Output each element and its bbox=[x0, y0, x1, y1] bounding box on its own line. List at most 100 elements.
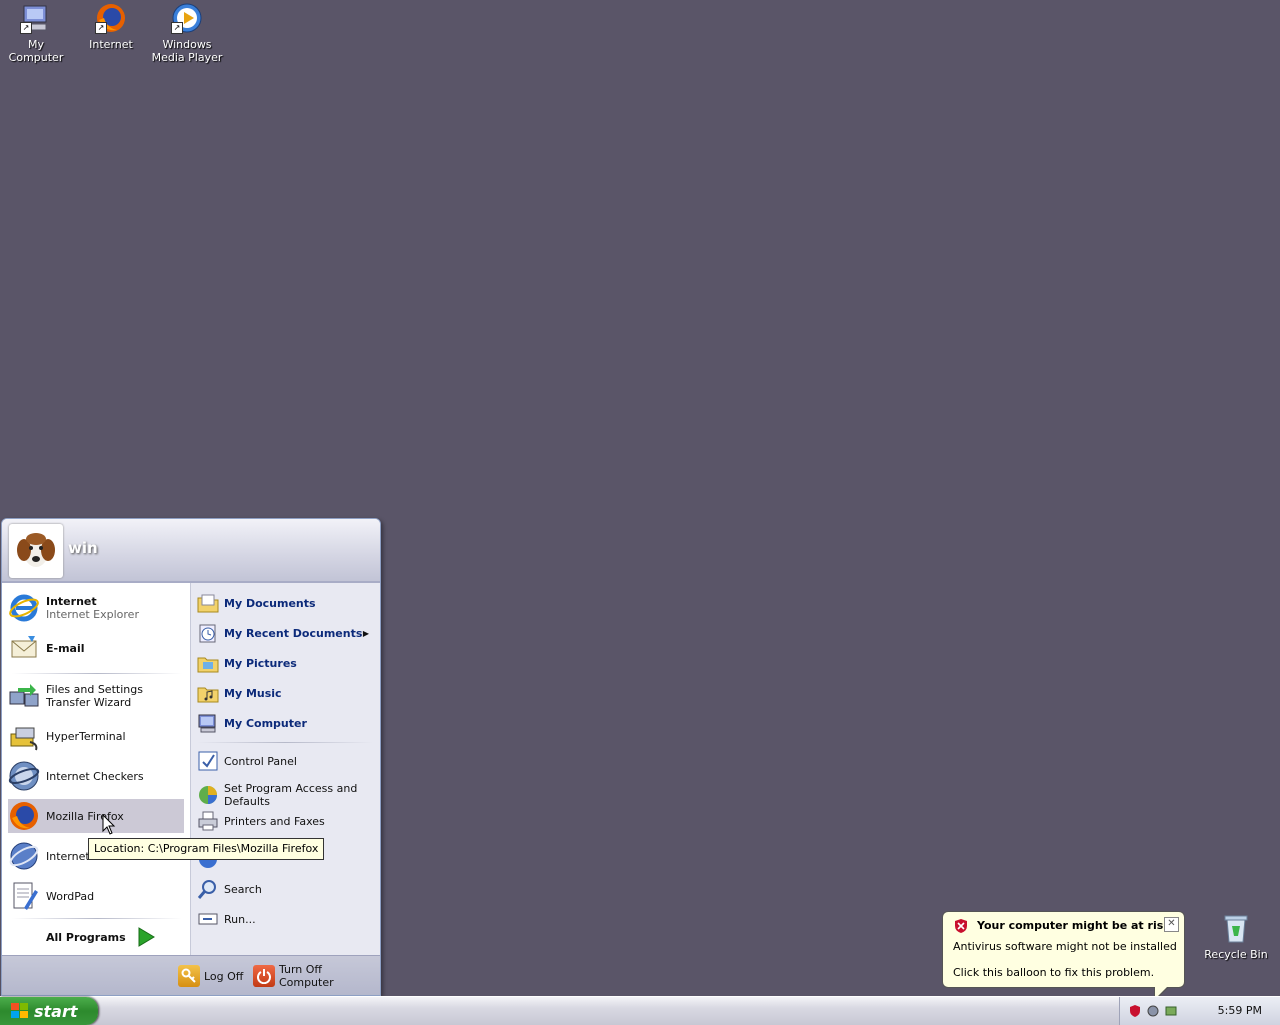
menu-item-label: Control Panel bbox=[224, 754, 297, 768]
menu-item-label: My Recent Documents bbox=[224, 626, 363, 640]
balloon-line2: Click this balloon to fix this problem. bbox=[953, 966, 1155, 979]
turn-off-label: Turn Off Computer bbox=[278, 963, 334, 989]
windows-logo-icon bbox=[11, 1003, 28, 1018]
menu-item-files-settings-wizard[interactable]: Files and Settings Transfer Wizard bbox=[8, 679, 184, 713]
my-computer-icon bbox=[197, 712, 219, 734]
menu-item-label: My Pictures bbox=[224, 656, 297, 670]
balloon-close-button[interactable]: ✕ bbox=[1164, 917, 1179, 932]
mouse-cursor-icon bbox=[102, 814, 116, 835]
username: win bbox=[68, 539, 98, 557]
desktop-icon-label: Windows Media Player bbox=[151, 38, 223, 64]
menu-item-label: HyperTerminal bbox=[46, 729, 126, 743]
start-menu: win Internet Internet Explorer E-mail Fil… bbox=[1, 518, 381, 996]
start-label: start bbox=[34, 1001, 78, 1021]
control-panel-icon bbox=[197, 750, 219, 772]
places-panel: My Documents My Recent Documents ▶ My Pi… bbox=[190, 583, 380, 955]
internet-checkers-icon bbox=[8, 760, 40, 792]
menu-item-my-computer[interactable]: My Computer bbox=[197, 710, 375, 736]
folder-music-icon bbox=[197, 682, 219, 704]
network-icon[interactable] bbox=[1146, 1004, 1160, 1018]
run-icon bbox=[197, 908, 219, 930]
menu-item-subtitle: Internet Explorer bbox=[46, 608, 139, 621]
menu-item-my-documents[interactable]: My Documents bbox=[197, 590, 375, 616]
separator bbox=[197, 742, 373, 743]
wordpad-icon bbox=[8, 880, 40, 912]
menu-item-internet-explorer[interactable]: Internet Internet Explorer bbox=[8, 591, 184, 625]
turn-off-computer-button[interactable]: Turn Off Computer bbox=[253, 963, 380, 989]
menu-item-search[interactable]: Search bbox=[197, 876, 375, 902]
program-access-icon bbox=[197, 784, 219, 806]
menu-item-printers-faxes[interactable]: Printers and Faxes bbox=[197, 808, 375, 834]
folder-documents-icon bbox=[197, 592, 219, 614]
hyperterminal-icon bbox=[8, 720, 40, 752]
menu-item-label: Search bbox=[224, 882, 262, 896]
desktop-icon-recycle-bin[interactable]: Recycle Bin bbox=[1200, 910, 1272, 961]
system-tray: 5:59 PM bbox=[1119, 997, 1280, 1025]
menu-item-set-program-access[interactable]: Set Program Access and Defaults bbox=[197, 780, 375, 810]
internet-globe-icon bbox=[8, 840, 40, 872]
email-icon bbox=[8, 632, 40, 664]
printer-icon bbox=[197, 810, 219, 832]
separator bbox=[12, 918, 182, 919]
menu-item-mozilla-firefox[interactable]: Mozilla Firefox bbox=[8, 799, 184, 833]
menu-item-my-pictures[interactable]: My Pictures bbox=[197, 650, 375, 676]
log-off-button[interactable]: Log Off bbox=[178, 964, 243, 988]
security-alert-icon[interactable] bbox=[1128, 1004, 1142, 1018]
all-programs-button[interactable]: All Programs bbox=[46, 925, 156, 949]
start-button[interactable]: start bbox=[0, 997, 98, 1025]
desktop-icon-label: Internet bbox=[89, 38, 133, 51]
balloon-title: Your computer might be at risk bbox=[977, 919, 1171, 932]
menu-item-label: My Documents bbox=[224, 596, 316, 610]
menu-item-email[interactable]: E-mail bbox=[8, 631, 184, 665]
menu-item-hyperterminal[interactable]: HyperTerminal bbox=[8, 719, 184, 753]
update-icon[interactable] bbox=[1164, 1004, 1178, 1018]
firefox-icon: ↗ bbox=[95, 2, 127, 34]
menu-item-run[interactable]: Run... bbox=[197, 906, 375, 932]
menu-item-label: Internet bbox=[46, 849, 90, 863]
menu-item-label: My Music bbox=[224, 686, 282, 700]
menu-item-control-panel[interactable]: Control Panel bbox=[197, 748, 375, 774]
my-computer-icon: ↗ bbox=[20, 2, 52, 34]
clock[interactable]: 5:59 PM bbox=[1218, 1004, 1262, 1017]
menu-item-label: My Computer bbox=[224, 716, 307, 730]
desktop-icon-windows-media-player[interactable]: ↗ Windows Media Player bbox=[150, 0, 224, 64]
balloon-line1: Antivirus software might not be installe… bbox=[953, 940, 1177, 953]
recent-documents-icon bbox=[197, 622, 219, 644]
log-off-label: Log Off bbox=[204, 969, 244, 983]
menu-item-internet-checkers[interactable]: Internet Checkers bbox=[8, 759, 184, 793]
separator bbox=[12, 673, 182, 674]
power-icon bbox=[253, 965, 275, 987]
desktop-icon-label: Recycle Bin bbox=[1204, 948, 1268, 961]
media-player-icon: ↗ bbox=[171, 2, 203, 34]
menu-item-label: Printers and Faxes bbox=[224, 814, 325, 828]
desktop-icon-internet[interactable]: ↗ Internet bbox=[75, 0, 147, 51]
desktop-icon-my-computer[interactable]: ↗ My Computer bbox=[0, 0, 72, 64]
menu-item-wordpad[interactable]: WordPad bbox=[8, 879, 184, 913]
internet-explorer-icon bbox=[8, 592, 40, 624]
security-shield-icon bbox=[955, 919, 967, 933]
start-menu-header: win bbox=[2, 519, 380, 583]
recycle-bin-icon bbox=[1220, 912, 1252, 944]
menu-item-label: WordPad bbox=[46, 889, 95, 903]
taskbar: start 5:59 PM bbox=[0, 996, 1280, 1025]
menu-item-title: E-mail bbox=[46, 641, 85, 655]
all-programs-label: All Programs bbox=[46, 930, 126, 944]
start-menu-footer: Log Off Turn Off Computer bbox=[2, 955, 380, 995]
menu-item-label: Set Program Access and Defaults bbox=[224, 782, 358, 808]
menu-item-label: Files and Settings Transfer Wizard bbox=[46, 683, 143, 709]
key-icon bbox=[178, 965, 200, 987]
location-tooltip: Location: C:\Program Files\Mozilla Firef… bbox=[88, 838, 325, 860]
firefox-icon bbox=[8, 800, 40, 832]
menu-item-title: Internet bbox=[46, 595, 97, 608]
security-balloon[interactable]: Your computer might be at risk ✕ Antivir… bbox=[942, 911, 1185, 988]
user-avatar[interactable] bbox=[9, 524, 63, 578]
submenu-arrow-icon: ▶ bbox=[362, 628, 369, 638]
menu-item-my-music[interactable]: My Music bbox=[197, 680, 375, 706]
menu-item-label: Internet Checkers bbox=[46, 769, 144, 783]
search-icon bbox=[197, 878, 219, 900]
green-arrow-icon bbox=[138, 927, 155, 947]
transfer-wizard-icon bbox=[8, 680, 40, 712]
pinned-programs-panel: Internet Internet Explorer E-mail Files a… bbox=[2, 583, 190, 955]
menu-item-my-recent-documents[interactable]: My Recent Documents ▶ bbox=[197, 620, 375, 646]
menu-item-label: Run... bbox=[224, 912, 256, 926]
